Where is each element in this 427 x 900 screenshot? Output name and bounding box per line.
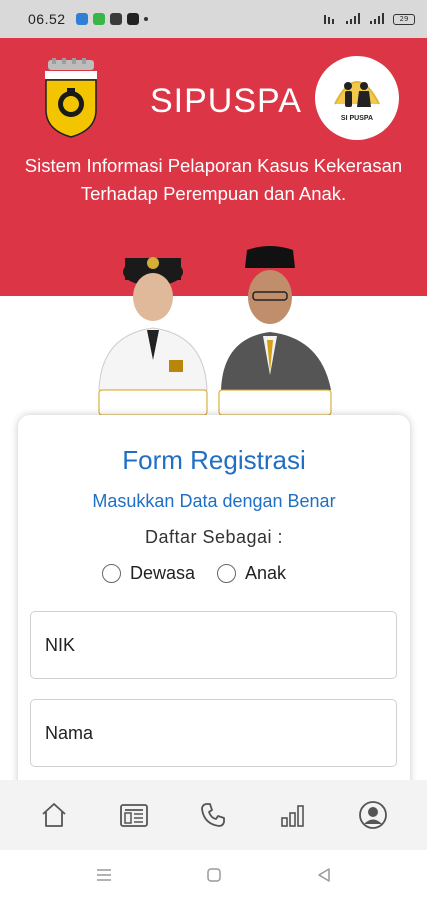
registration-form-card: Form Registrasi Masukkan Data dengan Ben…	[18, 415, 410, 835]
radio-option-dewasa[interactable]: Dewasa	[102, 563, 195, 584]
nav-profile-button[interactable]	[353, 795, 393, 835]
nav-news-button[interactable]	[114, 795, 154, 835]
nav-home-button[interactable]	[34, 795, 74, 835]
form-subtitle: Masukkan Data dengan Benar	[92, 491, 336, 511]
radio-label: Dewasa	[130, 563, 196, 583]
phone-icon	[201, 803, 226, 827]
nav-stats-button[interactable]	[273, 795, 313, 835]
officials-photo	[98, 246, 332, 415]
subtitle-line-2: Terhadap Perempuan dan Anak.	[80, 183, 347, 204]
signal-icon	[346, 13, 360, 24]
menu-icon	[96, 869, 111, 881]
back-system-button[interactable]	[315, 866, 333, 884]
app-title: SIPUSPA	[150, 82, 302, 120]
register-type-radio-group: Dewasa Anak	[102, 563, 308, 584]
subtitle-line-1: Sistem Informasi Pelaporan Kasus Kekeras…	[24, 155, 403, 176]
logo-text: SI PUSPA	[341, 115, 373, 122]
radio-label: Anak	[245, 563, 287, 583]
sipuspa-logo: SI PUSPA	[315, 56, 399, 140]
nama-input[interactable]	[30, 699, 397, 767]
app-notification-icon	[92, 13, 105, 25]
youtube-icon	[126, 13, 139, 25]
register-as-label: Daftar Sebagai :	[144, 527, 284, 547]
battery-icon: 29	[393, 13, 415, 25]
nik-input[interactable]	[30, 611, 397, 679]
home-system-button[interactable]	[205, 866, 223, 884]
stats-icon	[281, 805, 305, 827]
signal-icon	[370, 13, 384, 24]
notification-icons	[75, 13, 148, 25]
sim-icon	[324, 15, 334, 24]
radio-button[interactable]	[102, 564, 121, 583]
status-bar: 06.52 29	[0, 0, 427, 38]
profile-icon	[359, 801, 387, 829]
square-icon	[206, 868, 221, 882]
app-notification-icon	[75, 13, 88, 25]
home-icon	[42, 803, 66, 827]
app-notification-icon	[109, 13, 122, 25]
radio-option-anak[interactable]: Anak	[217, 563, 286, 584]
status-time: 06.52	[28, 11, 66, 27]
back-icon	[317, 868, 330, 882]
form-title: Form Registrasi	[122, 445, 306, 475]
more-notifications-icon	[143, 17, 148, 21]
recent-apps-button[interactable]	[95, 866, 113, 884]
radio-button[interactable]	[217, 564, 237, 583]
app-subtitle: Sistem Informasi Pelaporan Kasus Kekeras…	[20, 152, 407, 208]
battery-level: 29	[399, 15, 409, 23]
regency-crest-logo	[45, 58, 97, 138]
news-icon	[119, 804, 148, 827]
bottom-navigation	[0, 780, 427, 850]
system-navigation-bar	[0, 850, 427, 900]
nav-call-button[interactable]	[193, 795, 233, 835]
